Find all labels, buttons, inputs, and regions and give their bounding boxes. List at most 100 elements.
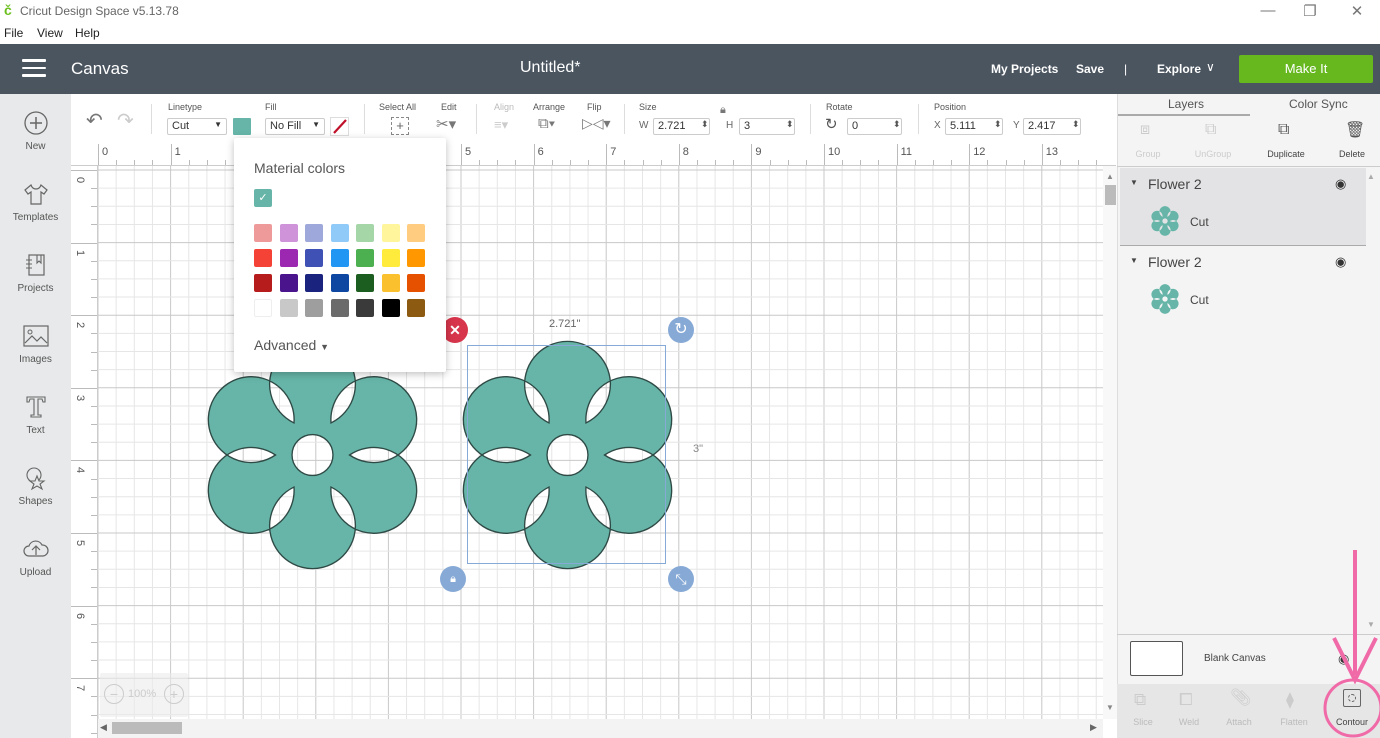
attach-button[interactable]: Attach bbox=[1214, 717, 1264, 727]
close-button[interactable]: ✕ bbox=[1342, 2, 1372, 20]
collapse-caret-icon[interactable]: ▼ bbox=[1130, 256, 1138, 265]
ungroup-button[interactable]: UnGroup bbox=[1183, 149, 1243, 159]
color-swatch[interactable] bbox=[254, 224, 272, 242]
eye-visibility-icon[interactable]: ◉ bbox=[1335, 254, 1346, 270]
delete-trash-icon[interactable]: 🗑︎ bbox=[1345, 120, 1365, 140]
rotate-stepper-icon[interactable]: ⬍ bbox=[893, 119, 901, 130]
color-swatch[interactable] bbox=[254, 274, 272, 292]
duplicate-icon[interactable]: ⧉ bbox=[1278, 121, 1289, 139]
color-swatch[interactable] bbox=[356, 274, 374, 292]
redo-icon[interactable]: ↷ bbox=[117, 108, 134, 133]
sidebar-item-projects[interactable]: Projects bbox=[0, 247, 71, 294]
chevron-down-icon[interactable]: ∨ bbox=[1206, 60, 1215, 74]
sidebar-item-text[interactable]: Text bbox=[0, 389, 71, 436]
linetype-color-swatch[interactable] bbox=[233, 118, 251, 135]
color-swatch[interactable] bbox=[330, 224, 349, 242]
color-swatch[interactable] bbox=[381, 224, 400, 242]
scroll-left-arrow-icon[interactable]: ◀ bbox=[100, 722, 107, 733]
zoom-out-button[interactable]: − bbox=[104, 684, 124, 704]
scroll-right-arrow-icon[interactable]: ▶ bbox=[1090, 722, 1097, 733]
menu-file[interactable]: File bbox=[4, 26, 23, 40]
minimize-button[interactable]: — bbox=[1253, 2, 1283, 19]
lock-handle-icon[interactable]: 🔒︎ bbox=[440, 566, 466, 592]
vertical-scrollbar[interactable] bbox=[1103, 166, 1117, 719]
my-projects-link[interactable]: My Projects bbox=[991, 62, 1058, 76]
sidebar-item-images[interactable]: Images bbox=[0, 318, 71, 365]
color-swatch[interactable] bbox=[305, 224, 323, 242]
menu-help[interactable]: Help bbox=[75, 26, 100, 40]
color-swatch[interactable] bbox=[407, 249, 425, 267]
y-stepper-icon[interactable]: ⬍ bbox=[1072, 119, 1080, 130]
horizontal-scroll-thumb[interactable] bbox=[112, 722, 182, 734]
color-swatch[interactable] bbox=[407, 224, 425, 242]
vertical-scroll-thumb[interactable] bbox=[1105, 185, 1116, 205]
flatten-icon[interactable]: ⧫ bbox=[1286, 690, 1294, 710]
collapse-caret-icon[interactable]: ▼ bbox=[1130, 178, 1138, 187]
advanced-toggle[interactable]: Advanced ▼ bbox=[254, 337, 329, 353]
rotate-handle-icon[interactable]: ↻ bbox=[668, 317, 694, 343]
color-swatch[interactable] bbox=[279, 274, 298, 292]
fill-none-swatch[interactable] bbox=[330, 117, 349, 136]
fill-select[interactable]: No Fill ▼ bbox=[265, 118, 325, 135]
color-swatch[interactable] bbox=[356, 224, 374, 242]
slice-button[interactable]: Slice bbox=[1118, 717, 1168, 727]
delete-button[interactable]: Delete bbox=[1322, 149, 1380, 159]
panel-scroll-up-icon[interactable]: ▲ bbox=[1367, 172, 1375, 181]
restore-button[interactable]: ❐ bbox=[1295, 2, 1325, 20]
align-icon[interactable]: ≡▾ bbox=[494, 117, 508, 133]
tab-color-sync[interactable]: Color Sync bbox=[1289, 97, 1348, 111]
color-swatch[interactable] bbox=[356, 299, 374, 317]
color-swatch[interactable] bbox=[330, 274, 349, 292]
eye-visibility-icon[interactable]: ◉ bbox=[1335, 176, 1346, 192]
selection-box[interactable] bbox=[467, 345, 666, 564]
color-swatch[interactable] bbox=[305, 299, 323, 317]
menu-view[interactable]: View bbox=[37, 26, 63, 40]
color-swatch[interactable] bbox=[254, 249, 272, 267]
attach-paperclip-icon[interactable]: 📎︎ bbox=[1230, 688, 1252, 708]
group-icon[interactable]: ⧈ bbox=[1140, 121, 1150, 139]
make-it-button[interactable]: Make It bbox=[1239, 55, 1373, 83]
color-swatch[interactable] bbox=[254, 299, 272, 317]
blank-canvas-swatch[interactable] bbox=[1130, 641, 1183, 676]
explore-link[interactable]: Explore bbox=[1157, 62, 1201, 76]
weld-icon[interactable]: ⧠ bbox=[1179, 690, 1193, 710]
edit-scissors-icon[interactable]: ✂▾ bbox=[436, 115, 456, 133]
horizontal-scrollbar[interactable] bbox=[98, 719, 1103, 738]
sidebar-item-new[interactable]: New bbox=[0, 105, 71, 152]
resize-handle-icon[interactable]: ⤡ bbox=[668, 566, 694, 592]
color-swatch[interactable] bbox=[407, 274, 425, 292]
group-button[interactable]: Group bbox=[1118, 149, 1178, 159]
select-all-icon[interactable]: + bbox=[391, 117, 409, 135]
flatten-button[interactable]: Flatten bbox=[1269, 717, 1319, 727]
sidebar-item-shapes[interactable]: Shapes bbox=[0, 460, 71, 507]
height-stepper-icon[interactable]: ⬍ bbox=[786, 119, 794, 130]
weld-button[interactable]: Weld bbox=[1164, 717, 1214, 727]
color-swatch[interactable] bbox=[279, 224, 298, 242]
color-swatch[interactable] bbox=[330, 249, 349, 267]
x-stepper-icon[interactable]: ⬍ bbox=[994, 119, 1002, 130]
sidebar-item-templates[interactable]: Templates bbox=[0, 176, 71, 223]
color-swatch[interactable] bbox=[305, 274, 323, 292]
zoom-in-button[interactable]: + bbox=[164, 684, 184, 704]
slice-icon[interactable]: ⧉ bbox=[1134, 690, 1146, 710]
linetype-select[interactable]: Cut ▼ bbox=[167, 118, 227, 135]
selected-color-swatch[interactable]: ✓ bbox=[254, 189, 272, 207]
lock-aspect-icon[interactable]: 🔒︎ bbox=[720, 104, 726, 117]
color-swatch[interactable] bbox=[356, 249, 374, 267]
color-swatch[interactable] bbox=[381, 299, 400, 317]
sidebar-item-upload[interactable]: Upload bbox=[0, 531, 71, 578]
color-swatch[interactable] bbox=[330, 299, 349, 317]
color-swatch[interactable] bbox=[279, 299, 298, 317]
arrange-icon[interactable]: ⧉▾ bbox=[538, 115, 555, 132]
undo-icon[interactable]: ↶ bbox=[86, 108, 103, 133]
width-stepper-icon[interactable]: ⬍ bbox=[701, 119, 709, 130]
scroll-up-arrow-icon[interactable]: ▲ bbox=[1106, 172, 1114, 181]
flip-icon[interactable]: ▷◁▾ bbox=[582, 115, 611, 132]
color-swatch[interactable] bbox=[381, 249, 400, 267]
scroll-down-arrow-icon[interactable]: ▼ bbox=[1106, 703, 1114, 712]
color-swatch[interactable] bbox=[305, 249, 323, 267]
flower-shape-left[interactable] bbox=[205, 340, 420, 570]
color-swatch[interactable] bbox=[381, 274, 400, 292]
ungroup-icon[interactable]: ⧉ bbox=[1205, 121, 1216, 139]
hamburger-menu-icon[interactable] bbox=[22, 59, 46, 77]
